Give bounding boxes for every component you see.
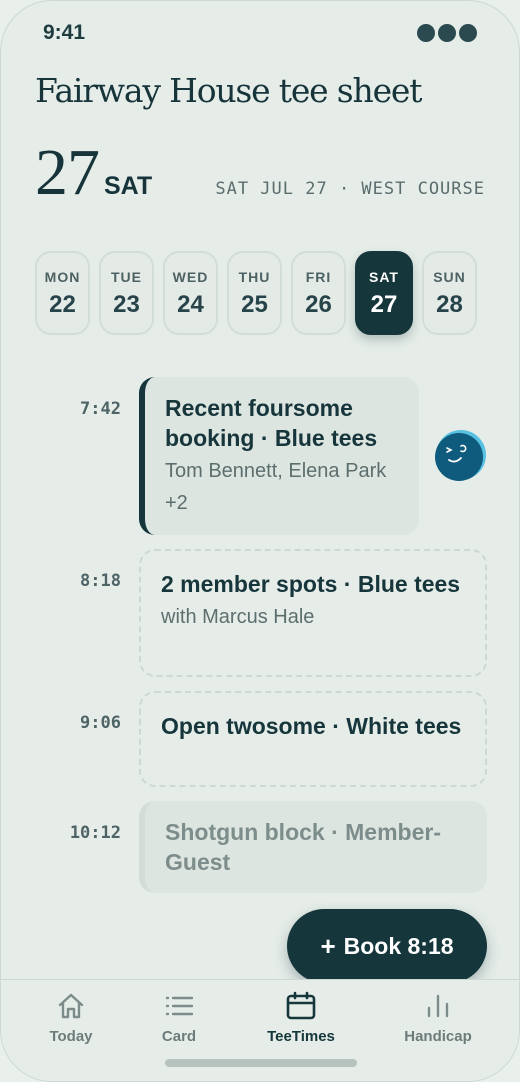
book-tee-time-button[interactable]: + Book 8:18 <box>287 909 487 983</box>
day-chip-mon[interactable]: MON 22 <box>35 251 90 335</box>
tee-time-card-blocked: Shotgun block · Member-Guest <box>139 801 487 893</box>
day-chip-number: 22 <box>49 291 76 318</box>
selected-day-number: 27 <box>35 136 100 209</box>
tee-time-card-open[interactable]: 2 member spots · Blue tees with Marcus H… <box>139 549 487 677</box>
tab-label: Today <box>49 1028 93 1045</box>
day-chip-tue[interactable]: TUE 23 <box>99 251 154 335</box>
page-title: Fairway House tee sheet <box>35 71 422 110</box>
day-picker: MON 22 TUE 23 WED 24 THU 25 FRI 26 SAT 27 SUN 2… <box>35 251 477 335</box>
day-chip-name: WED <box>172 269 209 285</box>
day-chip-sat-selected[interactable]: SAT 27 <box>355 251 413 335</box>
tee-time-title: Open twosome · White tees <box>161 713 462 739</box>
day-chip-number: 23 <box>113 291 140 318</box>
day-chip-thu[interactable]: THU 25 <box>227 251 282 335</box>
day-chip-number: 26 <box>305 291 332 318</box>
tab-today[interactable]: Today <box>49 990 93 1045</box>
slot-time: 10:12 <box>69 823 121 843</box>
tee-time-card-open[interactable]: Open twosome · White tees <box>139 691 487 787</box>
list-icon <box>165 996 194 1016</box>
tab-label: TeeTimes <box>267 1028 335 1045</box>
date-course-subline: SAT JUL 27 · WEST COURSE <box>215 179 485 199</box>
tab-handicap[interactable]: Handicap <box>401 990 475 1045</box>
calendar-icon <box>286 991 316 1020</box>
day-chip-wed[interactable]: WED 24 <box>163 251 218 335</box>
day-chip-name: TUE <box>111 269 142 285</box>
tee-time-players: Tom Bennett, Elena Park +2 <box>165 460 387 514</box>
phone-frame: 9:41 Fairway House tee sheet 27 SAT SAT … <box>0 0 520 1082</box>
day-chip-name: MON <box>44 269 81 285</box>
day-chip-name: SAT <box>369 269 399 285</box>
tab-label: Handicap <box>404 1028 472 1045</box>
day-chip-name: SUN <box>433 269 466 285</box>
day-chip-number: 25 <box>241 291 268 318</box>
day-chip-number: 24 <box>177 291 204 318</box>
day-chip-fri[interactable]: FRI 26 <box>291 251 346 335</box>
slot-time: 7:42 <box>80 399 121 419</box>
tee-time-title: 2 member spots · Blue tees <box>161 571 461 597</box>
slot-time: 8:18 <box>80 571 121 591</box>
tab-label: Card <box>161 1028 197 1045</box>
selected-day-of-week: SAT <box>104 172 153 200</box>
day-chip-sun[interactable]: SUN 28 <box>422 251 477 335</box>
golfer-avatar-icon[interactable] <box>435 429 487 481</box>
status-time: 9:41 <box>43 21 86 44</box>
slot-time: 9:06 <box>80 713 121 733</box>
bar-chart-icon <box>427 994 449 1018</box>
day-chip-number: 27 <box>370 291 398 318</box>
tee-time-players: with Marcus Hale <box>161 606 315 628</box>
day-chip-name: FRI <box>305 269 332 285</box>
home-indicator <box>165 1059 357 1067</box>
day-chip-name: THU <box>238 269 271 285</box>
home-icon <box>58 993 84 1019</box>
plus-icon: + <box>320 930 336 961</box>
tab-teetimes[interactable]: TeeTimes <box>263 990 339 1045</box>
day-chip-number: 28 <box>436 291 463 318</box>
tee-time-card-booked[interactable]: Recent foursome booking · Blue tees Tom … <box>139 377 419 535</box>
book-button-label: Book 8:18 <box>343 932 454 959</box>
status-signal-icon <box>417 24 477 42</box>
tee-time-title: Recent foursome booking · Blue tees <box>165 395 378 451</box>
tee-time-title: Shotgun block · Member-Guest <box>165 819 441 875</box>
tab-card[interactable]: Card <box>159 990 199 1045</box>
